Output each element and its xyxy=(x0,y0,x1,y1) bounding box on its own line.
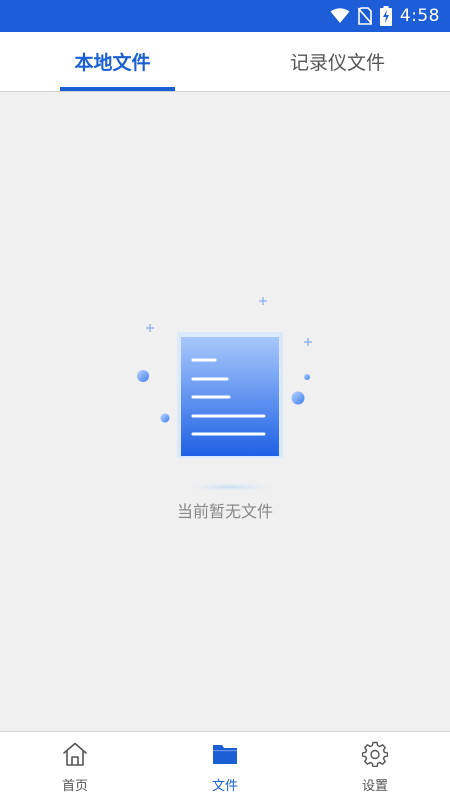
tab-local-files[interactable]: 本地文件 xyxy=(0,32,225,91)
status-icons: 4:58 xyxy=(330,0,440,32)
folder-icon xyxy=(213,745,237,764)
status-time: 4:58 xyxy=(399,6,440,26)
nav-item-home[interactable]: 首页 xyxy=(0,732,150,800)
nav-label-files: 文件 xyxy=(211,779,238,794)
bottom-nav: 首页 文件 设置 xyxy=(0,731,450,800)
nav-item-settings[interactable]: 设置 xyxy=(300,732,450,800)
wifi-icon xyxy=(330,8,350,24)
tab-bar: 本地文件 记录仪文件 xyxy=(0,32,450,92)
nav-label-home: 首页 xyxy=(61,779,88,794)
status-bar: 4:58 xyxy=(0,0,450,32)
tab-recorder-files[interactable]: 记录仪文件 xyxy=(225,32,450,91)
empty-state-message: 当前暂无文件 xyxy=(176,502,273,521)
tab-indicator xyxy=(60,87,175,91)
tab-local-files-label: 本地文件 xyxy=(74,52,151,74)
home-icon xyxy=(63,742,87,766)
battery-charging-icon xyxy=(379,6,392,26)
document-icon xyxy=(137,297,312,492)
tab-recorder-files-label: 记录仪文件 xyxy=(289,52,385,74)
nav-item-files[interactable]: 文件 xyxy=(150,732,300,800)
empty-illustration xyxy=(130,292,320,497)
files-screen: 4:58 本地文件 记录仪文件 当前暂无文件 首页 文件 设置 xyxy=(0,0,450,800)
nav-label-settings: 设置 xyxy=(361,779,388,794)
gear-icon xyxy=(362,741,388,767)
no-sim-icon xyxy=(357,7,372,25)
